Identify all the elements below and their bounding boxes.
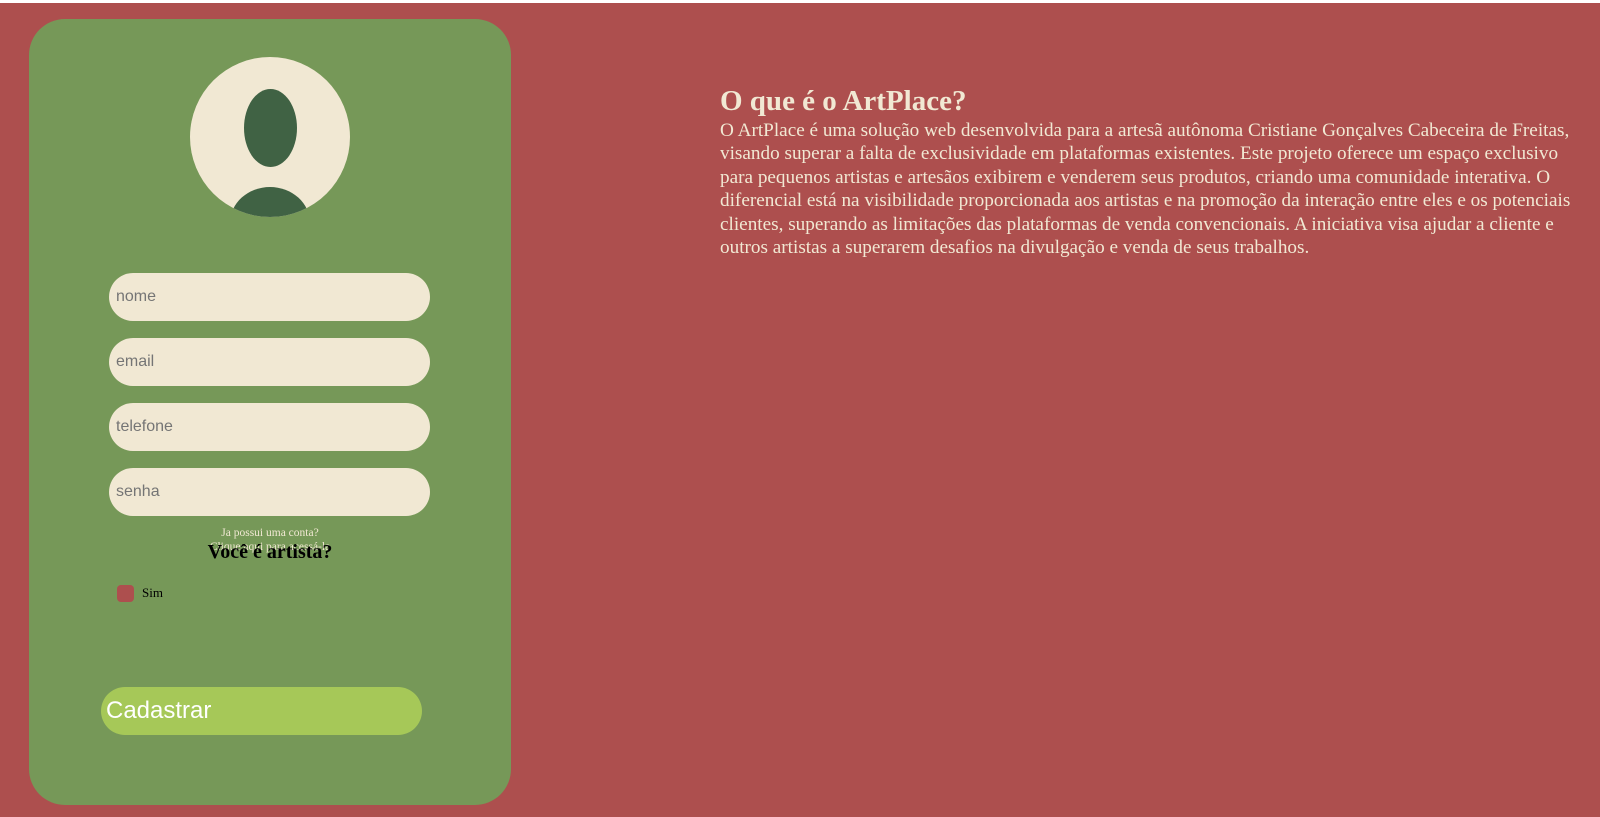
about-description: O ArtPlace é uma solução web desenvolvid…: [720, 120, 1571, 259]
avatar-body-shape: [230, 187, 310, 217]
artist-checkbox[interactable]: [117, 584, 134, 602]
artist-option[interactable]: Sim: [117, 584, 163, 602]
artist-question-heading: Você é artista?: [207, 541, 333, 563]
login-hint-text: Ja possui uma conta?: [221, 527, 319, 539]
page-background: Ja possui uma conta? Clique aqui para ac…: [0, 3, 1600, 817]
password-input[interactable]: [109, 468, 430, 516]
about-section: O que é o ArtPlace? O ArtPlace é uma sol…: [720, 83, 1585, 259]
avatar-head-shape: [244, 89, 297, 167]
register-button[interactable]: Cadastrar: [101, 687, 422, 735]
artist-checkbox-label: Sim: [142, 585, 163, 600]
name-input[interactable]: [109, 273, 430, 321]
about-title: O que é o ArtPlace?: [720, 85, 967, 117]
user-avatar-icon: [190, 57, 350, 217]
phone-input[interactable]: [109, 403, 430, 451]
signup-card: Ja possui uma conta? Clique aqui para ac…: [29, 19, 511, 805]
email-input[interactable]: [109, 338, 430, 386]
